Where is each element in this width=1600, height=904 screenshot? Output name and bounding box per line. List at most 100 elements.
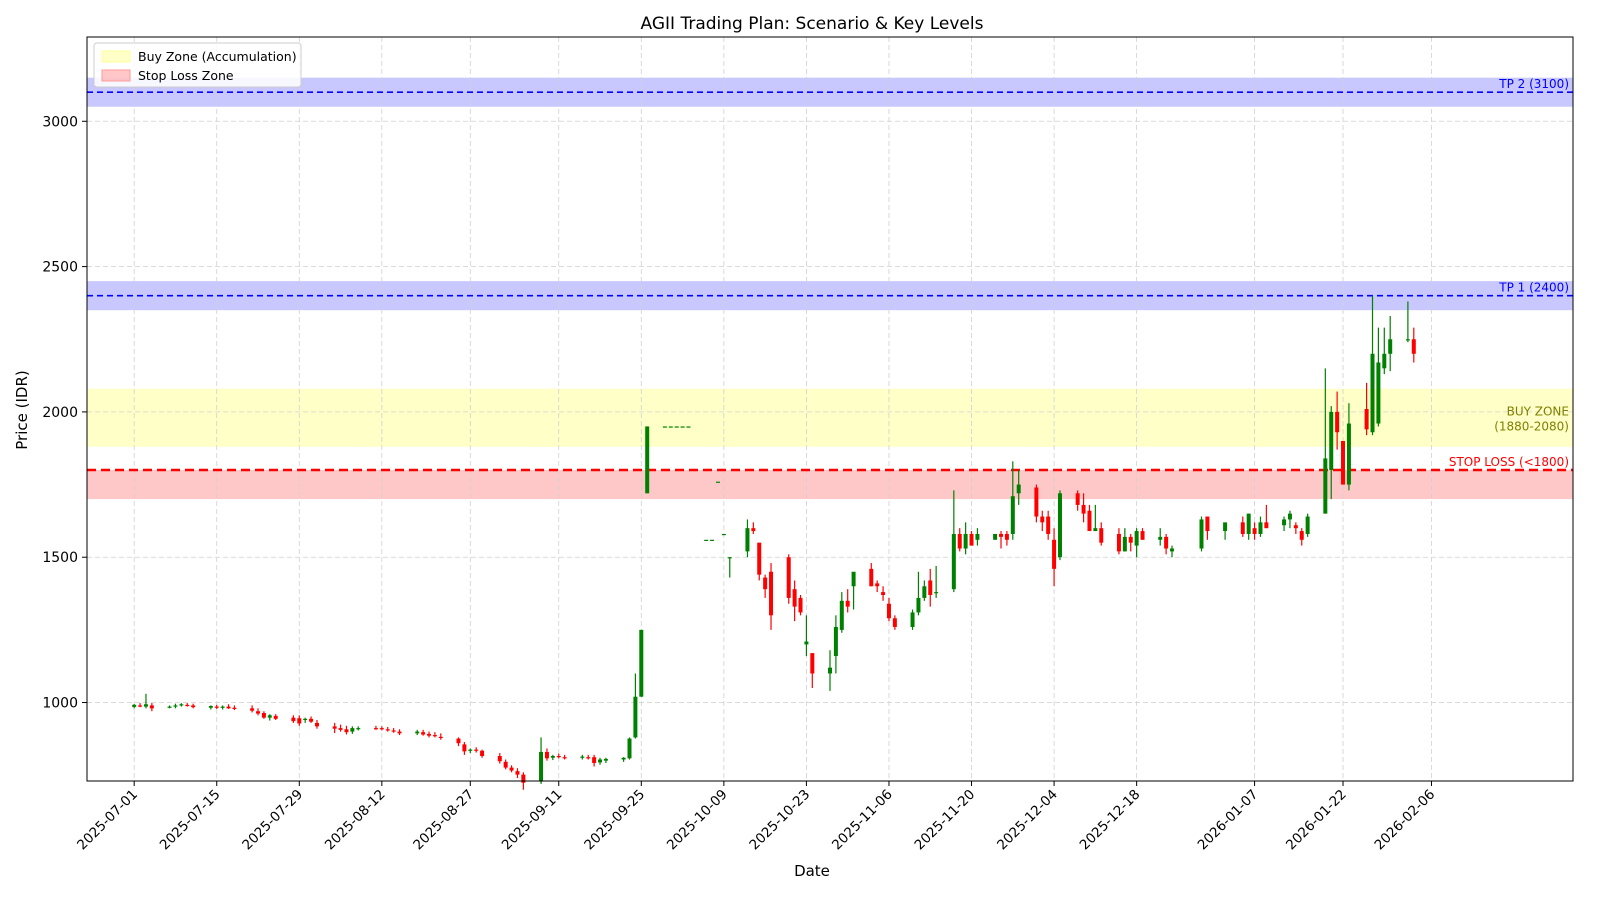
candle-body — [261, 712, 266, 718]
candle-body — [1164, 536, 1169, 549]
candle-body — [645, 426, 650, 494]
candle-body — [1364, 409, 1369, 430]
candle-body — [1075, 493, 1080, 505]
candle-body — [344, 729, 349, 733]
candle-body — [332, 726, 337, 729]
candle-body — [1264, 522, 1269, 529]
candle-body — [1040, 516, 1045, 523]
candle-body — [1240, 522, 1245, 534]
candle-body — [167, 706, 172, 708]
y-tick-label: 2000 — [42, 405, 78, 421]
candle-body — [509, 767, 514, 771]
candle-body — [373, 728, 378, 730]
candle-body — [309, 718, 314, 722]
candle-body — [963, 533, 968, 549]
candle-body — [226, 706, 231, 709]
candle-body — [1258, 522, 1263, 534]
candle-body — [1128, 536, 1133, 543]
candle-body — [886, 603, 891, 619]
y-tick-label: 3000 — [42, 114, 78, 130]
candle-body — [1305, 516, 1310, 534]
candle-body — [1116, 533, 1121, 552]
candle-body — [562, 757, 567, 759]
candle-body — [1046, 516, 1051, 534]
candle-body — [1134, 531, 1139, 546]
candle-body — [1122, 536, 1127, 552]
candle-body — [592, 757, 597, 763]
candle-body — [503, 761, 508, 768]
candle-body — [273, 715, 278, 719]
x-tick-label: 2026-01-22 — [1283, 787, 1350, 854]
candle-body — [1016, 484, 1021, 494]
candle-body — [715, 481, 720, 483]
candle-body — [721, 533, 726, 536]
candle-body — [1299, 531, 1304, 540]
candle-body — [881, 592, 886, 595]
candle-body — [1057, 493, 1062, 558]
candle-body — [639, 629, 644, 697]
candle-body — [704, 539, 709, 541]
candle-body — [497, 756, 502, 762]
x-tick-label: 2025-08-27 — [410, 787, 477, 854]
legend-swatch — [101, 50, 131, 63]
candle-body — [1341, 440, 1346, 485]
candle-body — [474, 749, 479, 751]
candle-body — [916, 597, 921, 613]
chart-svg: AGII Trading Plan: Scenario & Key Levels… — [13, 14, 1574, 880]
candle-body — [1411, 339, 1416, 354]
candle-body — [1093, 528, 1098, 532]
candle-body — [1199, 519, 1204, 549]
candle-body — [757, 542, 762, 575]
candle-body — [1382, 353, 1387, 369]
candle-body — [957, 533, 962, 549]
candle-body — [1170, 548, 1175, 552]
candle-body — [1010, 496, 1015, 534]
candle-body — [892, 618, 897, 627]
candle-body — [521, 774, 526, 783]
x-tick-label: 2025-09-11 — [499, 787, 566, 854]
candle-body — [385, 729, 390, 731]
buy-zone-label-line: (1880-2080) — [1494, 420, 1569, 434]
candle-body — [179, 704, 184, 706]
candle-body — [185, 704, 190, 707]
candle-body — [598, 759, 603, 763]
tp2-line-label: TP 2 (3100) — [1498, 77, 1569, 91]
candle-body — [969, 533, 974, 546]
candle-body — [143, 704, 148, 707]
tp1-line-label: TP 1 (2400) — [1498, 281, 1569, 295]
candle-body — [550, 756, 555, 758]
candle-body — [1405, 339, 1410, 341]
candle-body — [769, 571, 774, 616]
candle-body — [922, 586, 927, 598]
candle-body — [833, 626, 838, 657]
candle-body — [763, 577, 768, 590]
candle-body — [751, 528, 756, 532]
candle-body — [798, 597, 803, 613]
candle-body — [710, 539, 715, 541]
candle-body — [462, 744, 467, 752]
candle-body — [1158, 536, 1163, 540]
candle-body — [1087, 510, 1092, 532]
legend-swatch — [101, 69, 131, 82]
candle-body — [928, 580, 933, 595]
x-tick-label: 2025-11-06 — [829, 787, 896, 854]
candle-body — [1099, 528, 1104, 543]
candle-body — [1329, 411, 1334, 471]
candle-body — [256, 711, 261, 714]
candle-body — [1335, 411, 1340, 433]
candle-body — [845, 600, 850, 607]
candle-body — [1223, 522, 1228, 532]
candle-body — [869, 568, 874, 587]
candle-body — [810, 653, 815, 674]
candle-body — [456, 738, 461, 744]
candle-body — [468, 749, 473, 751]
x-tick-label: 2025-11-20 — [912, 787, 979, 854]
candle-body — [220, 706, 225, 708]
candle-body — [910, 612, 915, 627]
candle-body — [745, 528, 750, 552]
candle-body — [633, 696, 638, 738]
candle-body — [580, 756, 585, 758]
candle-body — [350, 728, 355, 732]
candle-body — [839, 600, 844, 630]
candle-body — [1081, 504, 1086, 514]
